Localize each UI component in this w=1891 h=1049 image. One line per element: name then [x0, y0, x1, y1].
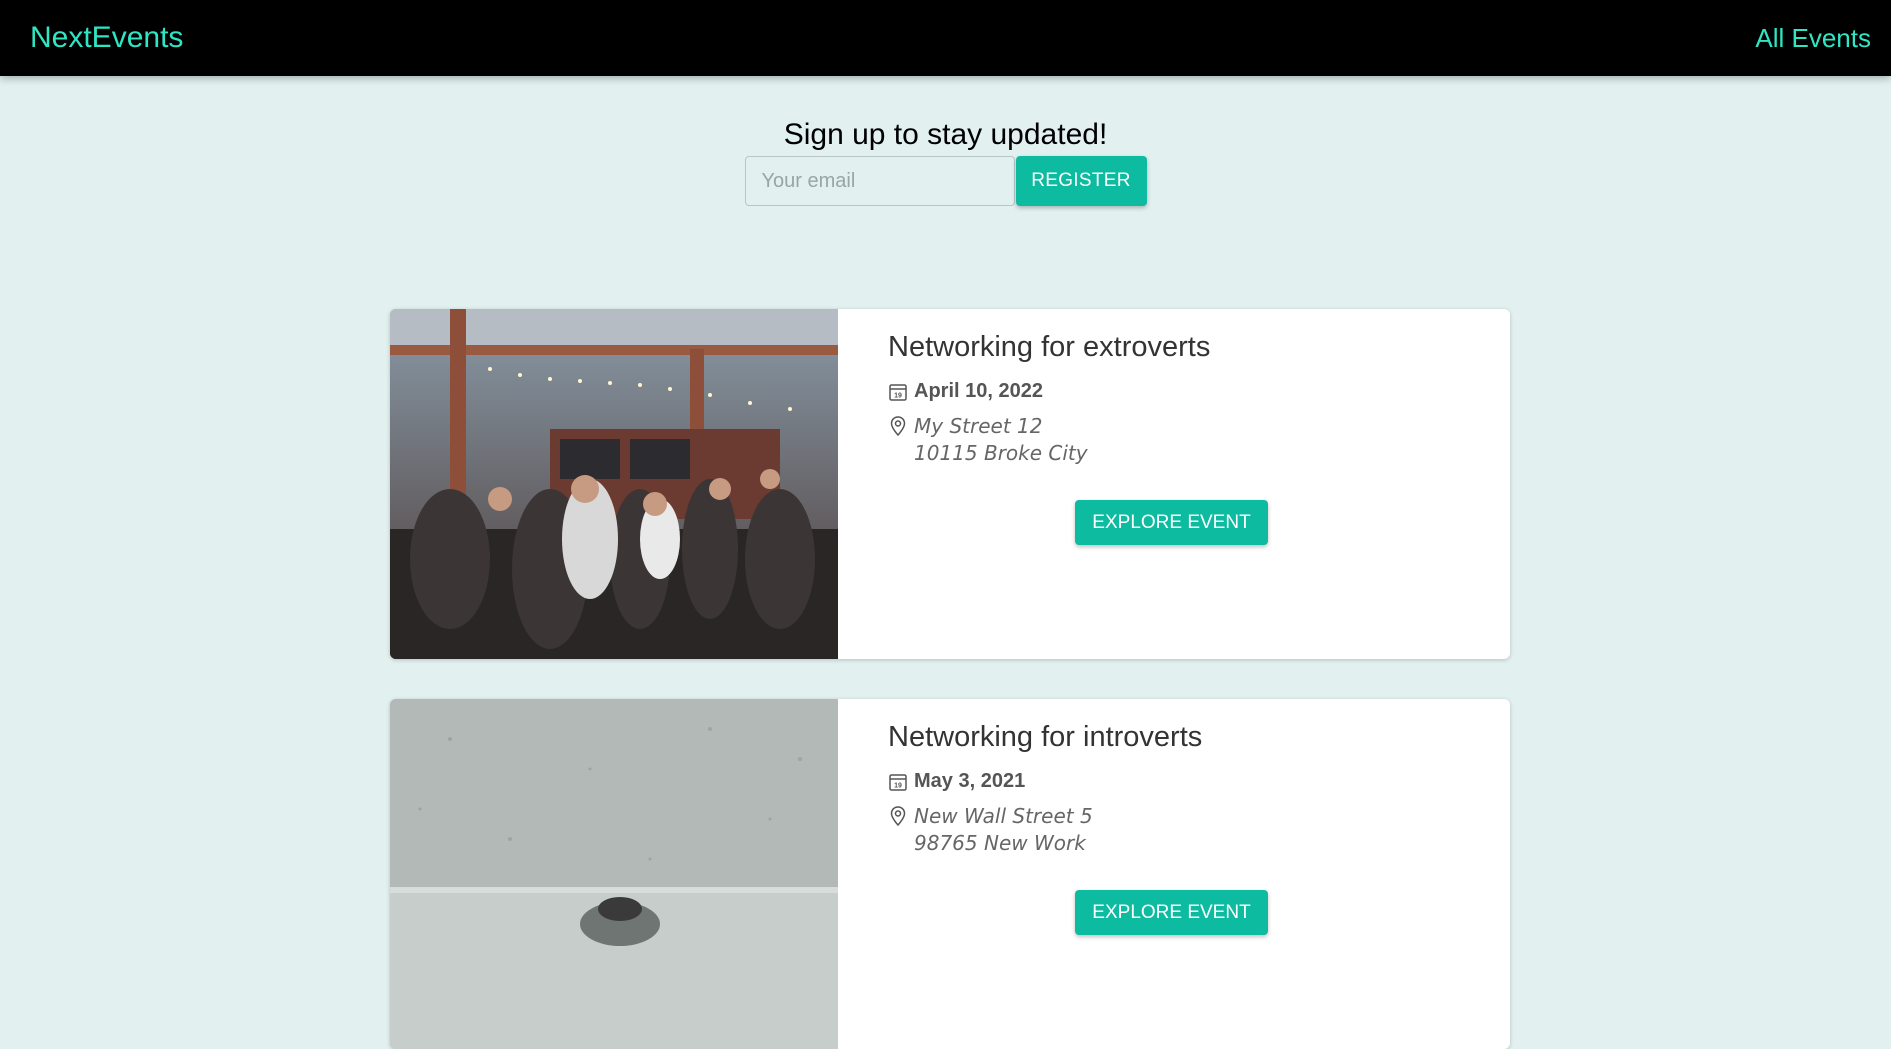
address-line-1: New Wall Street 5 — [914, 804, 1093, 828]
event-image-party — [390, 309, 838, 659]
calendar-icon: 19 — [888, 382, 908, 402]
event-details: Networking for extroverts 19 April 10, 2… — [838, 309, 1510, 659]
event-address-row: My Street 12 10115 Broke City — [888, 413, 1510, 467]
explore-event-button[interactable]: EXPLORE EVENT — [1075, 890, 1268, 935]
register-button[interactable]: REGISTER — [1015, 156, 1147, 206]
event-address: New Wall Street 5 98765 New Work — [914, 803, 1093, 857]
event-date-row: 19 April 10, 2022 — [888, 380, 1510, 403]
event-card: Networking for extroverts 19 April 10, 2… — [390, 309, 1510, 659]
address-line-1: My Street 12 — [914, 414, 1043, 438]
nav-all-events[interactable]: All Events — [1755, 23, 1871, 54]
event-title: Networking for introverts — [888, 721, 1203, 753]
logo-link[interactable]: NextEvents — [30, 21, 183, 55]
location-pin-icon — [888, 805, 908, 827]
calendar-icon: 19 — [888, 772, 908, 792]
event-address: My Street 12 10115 Broke City — [914, 413, 1088, 467]
location-pin-icon — [888, 415, 908, 437]
newsletter-signup: Sign up to stay updated! REGISTER — [0, 118, 1891, 206]
svg-text:19: 19 — [894, 392, 902, 399]
address-line-2: 10115 Broke City — [914, 441, 1088, 465]
explore-event-button[interactable]: EXPLORE EVENT — [1075, 500, 1268, 545]
event-date: May 3, 2021 — [914, 770, 1026, 792]
event-title: Networking for extroverts — [888, 331, 1211, 363]
signup-title: Sign up to stay updated! — [783, 118, 1108, 151]
signup-form: REGISTER — [0, 156, 1891, 206]
main-header: NextEvents All Events — [0, 0, 1891, 76]
event-date-row: 19 May 3, 2021 — [888, 770, 1510, 793]
address-line-2: 98765 New Work — [914, 831, 1086, 855]
email-input[interactable] — [744, 156, 1015, 206]
event-address-row: New Wall Street 5 98765 New Work — [888, 803, 1510, 857]
event-image-wall — [390, 699, 838, 1049]
event-date: April 10, 2022 — [914, 380, 1043, 402]
svg-text:19: 19 — [894, 782, 902, 789]
event-card: Networking for introverts 19 May 3, 2021… — [390, 699, 1510, 1049]
event-details: Networking for introverts 19 May 3, 2021… — [838, 699, 1510, 1049]
